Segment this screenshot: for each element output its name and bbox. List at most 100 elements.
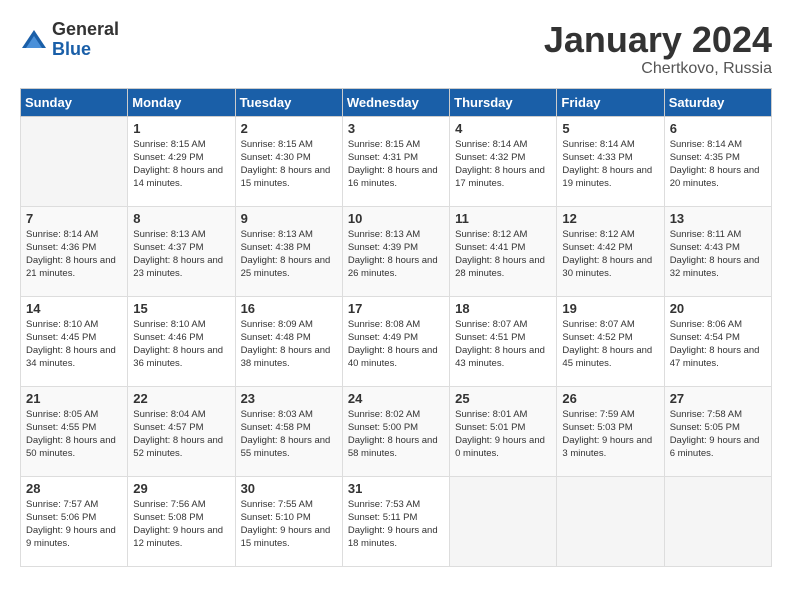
day-number: 18 bbox=[455, 301, 551, 316]
weekday-header: Friday bbox=[557, 88, 664, 116]
day-info: Sunrise: 7:57 AMSunset: 5:06 PMDaylight:… bbox=[26, 498, 122, 551]
day-number: 26 bbox=[562, 391, 658, 406]
logo: General Blue bbox=[20, 20, 119, 60]
day-number: 25 bbox=[455, 391, 551, 406]
calendar-cell: 25 Sunrise: 8:01 AMSunset: 5:01 PMDayligh… bbox=[450, 386, 557, 476]
day-info: Sunrise: 7:59 AMSunset: 5:03 PMDaylight:… bbox=[562, 408, 658, 461]
title-block: January 2024 Chertkovo, Russia bbox=[544, 20, 772, 78]
location-label: Chertkovo, Russia bbox=[544, 60, 772, 78]
calendar-cell: 3Sunrise: 8:15 AMSunset: 4:31 PMDaylight… bbox=[342, 116, 449, 206]
calendar-cell: 30 Sunrise: 7:55 AMSunset: 5:10 PMDayligh… bbox=[235, 476, 342, 566]
calendar-week-row: 21 Sunrise: 8:05 AMSunset: 4:55 PMDayligh… bbox=[21, 386, 772, 476]
day-number: 20 bbox=[670, 301, 766, 316]
weekday-header: Thursday bbox=[450, 88, 557, 116]
calendar-cell: 28 Sunrise: 7:57 AMSunset: 5:06 PMDayligh… bbox=[21, 476, 128, 566]
day-info: Sunrise: 8:14 AMSunset: 4:35 PMDaylight:… bbox=[670, 138, 766, 191]
month-title: January 2024 bbox=[544, 20, 772, 60]
calendar-cell: 29 Sunrise: 7:56 AMSunset: 5:08 PMDayligh… bbox=[128, 476, 235, 566]
day-number: 31 bbox=[348, 481, 444, 496]
day-info: Sunrise: 8:13 AMSunset: 4:39 PMDaylight:… bbox=[348, 228, 444, 281]
day-info: Sunrise: 8:12 AMSunset: 4:41 PMDaylight:… bbox=[455, 228, 551, 281]
weekday-header: Saturday bbox=[664, 88, 771, 116]
calendar-cell: 9Sunrise: 8:13 AMSunset: 4:38 PMDaylight… bbox=[235, 206, 342, 296]
day-info: Sunrise: 8:08 AMSunset: 4:49 PMDaylight:… bbox=[348, 318, 444, 371]
calendar-cell: 6 Sunrise: 8:14 AMSunset: 4:35 PMDaylight… bbox=[664, 116, 771, 206]
calendar-cell: 7 Sunrise: 8:14 AMSunset: 4:36 PMDaylight… bbox=[21, 206, 128, 296]
logo-text: General Blue bbox=[52, 20, 119, 60]
day-number: 29 bbox=[133, 481, 229, 496]
calendar-cell bbox=[557, 476, 664, 566]
day-number: 15 bbox=[133, 301, 229, 316]
calendar-week-row: 28 Sunrise: 7:57 AMSunset: 5:06 PMDayligh… bbox=[21, 476, 772, 566]
day-info: Sunrise: 8:15 AMSunset: 4:29 PMDaylight:… bbox=[133, 138, 229, 191]
day-number: 9 bbox=[241, 211, 337, 226]
day-info: Sunrise: 8:15 AMSunset: 4:30 PMDaylight:… bbox=[241, 138, 337, 191]
day-number: 28 bbox=[26, 481, 122, 496]
day-number: 16 bbox=[241, 301, 337, 316]
day-info: Sunrise: 8:02 AMSunset: 5:00 PMDaylight:… bbox=[348, 408, 444, 461]
day-info: Sunrise: 8:10 AMSunset: 4:46 PMDaylight:… bbox=[133, 318, 229, 371]
day-info: Sunrise: 8:11 AMSunset: 4:43 PMDaylight:… bbox=[670, 228, 766, 281]
day-number: 5 bbox=[562, 121, 658, 136]
calendar-cell: 11 Sunrise: 8:12 AMSunset: 4:41 PMDayligh… bbox=[450, 206, 557, 296]
calendar-cell bbox=[21, 116, 128, 206]
logo-blue-label: Blue bbox=[52, 40, 119, 60]
day-number: 4 bbox=[455, 121, 551, 136]
day-number: 10 bbox=[348, 211, 444, 226]
day-info: Sunrise: 7:53 AMSunset: 5:11 PMDaylight:… bbox=[348, 498, 444, 551]
weekday-header: Wednesday bbox=[342, 88, 449, 116]
calendar-cell: 26 Sunrise: 7:59 AMSunset: 5:03 PMDayligh… bbox=[557, 386, 664, 476]
calendar-cell: 24 Sunrise: 8:02 AMSunset: 5:00 PMDayligh… bbox=[342, 386, 449, 476]
calendar-cell bbox=[664, 476, 771, 566]
day-number: 3 bbox=[348, 121, 444, 136]
day-number: 24 bbox=[348, 391, 444, 406]
weekday-header: Monday bbox=[128, 88, 235, 116]
day-number: 2 bbox=[241, 121, 337, 136]
calendar-cell: 10 Sunrise: 8:13 AMSunset: 4:39 PMDayligh… bbox=[342, 206, 449, 296]
day-number: 7 bbox=[26, 211, 122, 226]
day-info: Sunrise: 8:01 AMSunset: 5:01 PMDaylight:… bbox=[455, 408, 551, 461]
day-info: Sunrise: 8:03 AMSunset: 4:58 PMDaylight:… bbox=[241, 408, 337, 461]
day-info: Sunrise: 8:05 AMSunset: 4:55 PMDaylight:… bbox=[26, 408, 122, 461]
calendar-cell: 4 Sunrise: 8:14 AMSunset: 4:32 PMDaylight… bbox=[450, 116, 557, 206]
weekday-header: Tuesday bbox=[235, 88, 342, 116]
day-number: 23 bbox=[241, 391, 337, 406]
calendar-header-row: SundayMondayTuesdayWednesdayThursdayFrid… bbox=[21, 88, 772, 116]
logo-icon bbox=[20, 26, 48, 54]
calendar-week-row: 1 Sunrise: 8:15 AMSunset: 4:29 PMDaylight… bbox=[21, 116, 772, 206]
day-info: Sunrise: 8:06 AMSunset: 4:54 PMDaylight:… bbox=[670, 318, 766, 371]
calendar-cell: 16 Sunrise: 8:09 AMSunset: 4:48 PMDayligh… bbox=[235, 296, 342, 386]
day-info: Sunrise: 8:14 AMSunset: 4:36 PMDaylight:… bbox=[26, 228, 122, 281]
day-number: 11 bbox=[455, 211, 551, 226]
day-info: Sunrise: 8:14 AMSunset: 4:33 PMDaylight:… bbox=[562, 138, 658, 191]
calendar-cell: 31 Sunrise: 7:53 AMSunset: 5:11 PMDayligh… bbox=[342, 476, 449, 566]
day-info: Sunrise: 8:14 AMSunset: 4:32 PMDaylight:… bbox=[455, 138, 551, 191]
calendar-cell: 8Sunrise: 8:13 AMSunset: 4:37 PMDaylight… bbox=[128, 206, 235, 296]
day-number: 1 bbox=[133, 121, 229, 136]
logo-general-label: General bbox=[52, 20, 119, 40]
day-number: 8 bbox=[133, 211, 229, 226]
calendar-week-row: 7 Sunrise: 8:14 AMSunset: 4:36 PMDaylight… bbox=[21, 206, 772, 296]
day-info: Sunrise: 8:10 AMSunset: 4:45 PMDaylight:… bbox=[26, 318, 122, 371]
day-info: Sunrise: 7:58 AMSunset: 5:05 PMDaylight:… bbox=[670, 408, 766, 461]
day-number: 12 bbox=[562, 211, 658, 226]
day-info: Sunrise: 8:09 AMSunset: 4:48 PMDaylight:… bbox=[241, 318, 337, 371]
day-info: Sunrise: 7:56 AMSunset: 5:08 PMDaylight:… bbox=[133, 498, 229, 551]
day-number: 19 bbox=[562, 301, 658, 316]
calendar-cell: 18Sunrise: 8:07 AMSunset: 4:51 PMDayligh… bbox=[450, 296, 557, 386]
calendar-cell: 14Sunrise: 8:10 AMSunset: 4:45 PMDayligh… bbox=[21, 296, 128, 386]
calendar-cell: 22Sunrise: 8:04 AMSunset: 4:57 PMDayligh… bbox=[128, 386, 235, 476]
day-number: 13 bbox=[670, 211, 766, 226]
day-number: 21 bbox=[26, 391, 122, 406]
calendar-cell: 13 Sunrise: 8:11 AMSunset: 4:43 PMDayligh… bbox=[664, 206, 771, 296]
day-number: 30 bbox=[241, 481, 337, 496]
day-info: Sunrise: 8:12 AMSunset: 4:42 PMDaylight:… bbox=[562, 228, 658, 281]
calendar-cell: 12 Sunrise: 8:12 AMSunset: 4:42 PMDayligh… bbox=[557, 206, 664, 296]
calendar-cell: 5 Sunrise: 8:14 AMSunset: 4:33 PMDaylight… bbox=[557, 116, 664, 206]
weekday-header: Sunday bbox=[21, 88, 128, 116]
calendar-cell: 21 Sunrise: 8:05 AMSunset: 4:55 PMDayligh… bbox=[21, 386, 128, 476]
calendar-table: SundayMondayTuesdayWednesdayThursdayFrid… bbox=[20, 88, 772, 567]
day-info: Sunrise: 7:55 AMSunset: 5:10 PMDaylight:… bbox=[241, 498, 337, 551]
day-number: 27 bbox=[670, 391, 766, 406]
day-number: 6 bbox=[670, 121, 766, 136]
